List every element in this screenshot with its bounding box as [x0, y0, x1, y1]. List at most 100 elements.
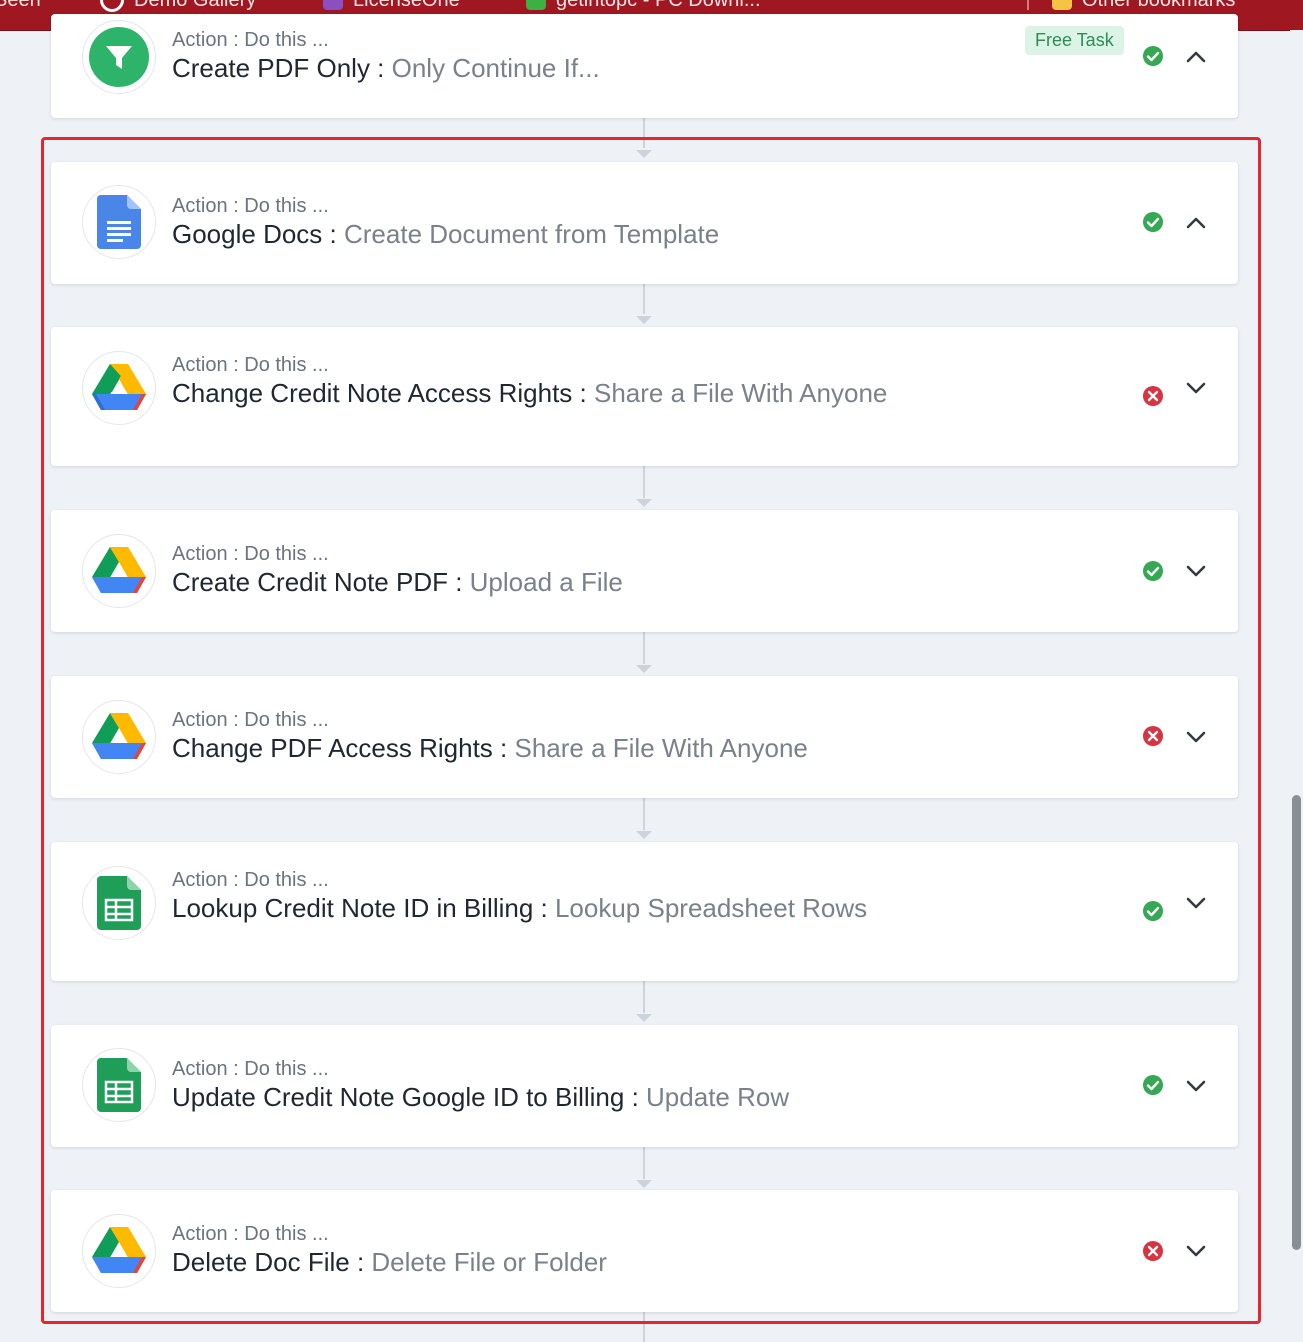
bookmark-label: Seeh: [0, 0, 41, 12]
success-check-icon: [1143, 1075, 1163, 1095]
step-separator: :: [533, 893, 555, 923]
step-subtitle: Action : Do this ...: [172, 543, 329, 565]
chevron-down-icon[interactable]: [1184, 1074, 1208, 1098]
connector-arrow-icon: [636, 316, 652, 324]
step-text: Action : Do this ... Create PDF Only : O…: [172, 28, 892, 84]
step-title: Delete Doc File : Delete File or Folder: [172, 1246, 892, 1278]
scrollbar-thumb[interactable]: [1292, 795, 1301, 1250]
folder-icon: [1052, 0, 1072, 10]
bookmark-seeh[interactable]: Seeh: [0, 0, 41, 12]
step-title: Google Docs : Create Document from Templ…: [172, 218, 892, 250]
step-card[interactable]: Action : Do this ... Update Credit Note …: [51, 1025, 1238, 1147]
connector-arrow-icon: [636, 1180, 652, 1188]
bookmarks-separator: [1027, 0, 1029, 10]
download-icon: [526, 0, 546, 10]
chevron-down-icon[interactable]: [1184, 376, 1208, 400]
step-separator: :: [572, 378, 594, 408]
connector-arrow-icon: [636, 665, 652, 673]
step-card[interactable]: Action : Do this ... Change PDF Access R…: [51, 676, 1238, 798]
error-x-icon: [1143, 386, 1163, 406]
step-text: Action : Do this ... Change Credit Note …: [172, 353, 892, 409]
success-check-icon: [1143, 212, 1163, 232]
connector-arrow-icon: [636, 831, 652, 839]
bookmark-label: Other bookmarks: [1082, 0, 1235, 12]
google-docs-icon: [82, 185, 156, 259]
step-text: Action : Do this ... Create Credit Note …: [172, 542, 892, 598]
step-subtitle: Action : Do this ...: [172, 709, 329, 731]
step-card[interactable]: Action : Do this ... Delete Doc File : D…: [51, 1190, 1238, 1312]
step-name: Google Docs: [172, 219, 323, 249]
chevron-down-icon[interactable]: [1184, 725, 1208, 749]
connector-line: [643, 632, 645, 664]
google-drive-icon: [82, 700, 156, 774]
connector-line: [643, 284, 645, 314]
connector-arrow-icon: [636, 499, 652, 507]
connector-line: [643, 1312, 645, 1342]
chevron-up-icon[interactable]: [1184, 211, 1208, 235]
step-card[interactable]: Action : Do this ... Change Credit Note …: [51, 327, 1238, 466]
chevron-down-icon[interactable]: [1184, 891, 1208, 915]
step-subtitle: Action : Do this ...: [172, 354, 329, 376]
step-text: Action : Do this ... Update Credit Note …: [172, 1057, 892, 1113]
google-sheets-icon: [82, 1048, 156, 1122]
step-title: Change PDF Access Rights : Share a File …: [172, 732, 892, 764]
connector-line: [643, 466, 645, 498]
connector-line: [643, 798, 645, 830]
step-title: Update Credit Note Google ID to Billing …: [172, 1081, 892, 1113]
step-name: Change Credit Note Access Rights: [172, 378, 573, 408]
step-subtitle: Action : Do this ...: [172, 1058, 329, 1080]
step-card[interactable]: Action : Do this ... Lookup Credit Note …: [51, 842, 1238, 981]
step-action: Delete File or Folder: [371, 1247, 607, 1277]
step-action: Upload a File: [469, 567, 623, 597]
step-text: Action : Do this ... Google Docs : Creat…: [172, 194, 892, 250]
step-name: Create PDF Only: [172, 53, 370, 83]
error-x-icon: [1143, 726, 1163, 746]
step-card[interactable]: Action : Do this ... Create PDF Only : O…: [51, 14, 1238, 118]
step-separator: :: [492, 733, 515, 763]
step-action: Share a File With Anyone: [514, 733, 808, 763]
step-action: Share a File With Anyone: [593, 378, 888, 408]
chevron-up-icon[interactable]: [1184, 45, 1208, 69]
bookmark-getintopc[interactable]: getintopc - PC Downl...: [526, 0, 761, 12]
google-drive-icon: [82, 1214, 156, 1288]
step-name: Lookup Credit Note ID in Billing: [172, 893, 534, 923]
step-separator: :: [624, 1082, 647, 1112]
connector-line: [643, 981, 645, 1013]
success-check-icon: [1143, 901, 1163, 921]
success-check-icon: [1143, 46, 1163, 66]
step-subtitle: Action : Do this ...: [172, 29, 329, 51]
bookmark-licenseone[interactable]: LicenseOne: [323, 0, 460, 12]
step-name: Delete Doc File: [172, 1247, 350, 1277]
google-drive-icon: [82, 351, 156, 425]
step-card[interactable]: Action : Do this ... Create Credit Note …: [51, 510, 1238, 632]
chevron-down-icon[interactable]: [1184, 1239, 1208, 1263]
connector-line: [643, 118, 645, 148]
license-icon: [323, 0, 343, 10]
step-name: Change PDF Access Rights: [172, 733, 493, 763]
bookmark-label: LicenseOne: [353, 0, 460, 12]
step-subtitle: Action : Do this ...: [172, 869, 329, 891]
bookmark-label: getintopc - PC Downl...: [556, 0, 761, 12]
step-text: Action : Do this ... Delete Doc File : D…: [172, 1222, 892, 1278]
step-text: Action : Do this ... Lookup Credit Note …: [172, 868, 892, 924]
bookmark-demo-gallery[interactable]: Demo Gallery: [100, 0, 256, 12]
connector-arrow-icon: [636, 1014, 652, 1022]
connector-line: [643, 1147, 645, 1179]
error-x-icon: [1143, 1241, 1163, 1261]
bookmark-other-bookmarks[interactable]: Other bookmarks: [1052, 0, 1235, 12]
step-text: Action : Do this ... Change PDF Access R…: [172, 708, 892, 764]
step-separator: :: [447, 567, 470, 597]
step-separator: :: [349, 1247, 372, 1277]
step-title: Change Credit Note Access Rights : Share…: [172, 377, 892, 409]
step-separator: :: [369, 53, 392, 83]
step-separator: :: [322, 219, 344, 249]
step-action: Update Row: [646, 1082, 790, 1112]
step-name: Create Credit Note PDF: [172, 567, 448, 597]
step-subtitle: Action : Do this ...: [172, 1223, 329, 1245]
gallery-icon: [100, 0, 124, 12]
step-card[interactable]: Action : Do this ... Google Docs : Creat…: [51, 162, 1238, 284]
chevron-down-icon[interactable]: [1184, 559, 1208, 583]
google-drive-icon: [82, 534, 156, 608]
success-check-icon: [1143, 561, 1163, 581]
step-action: Only Continue If...: [391, 53, 600, 83]
